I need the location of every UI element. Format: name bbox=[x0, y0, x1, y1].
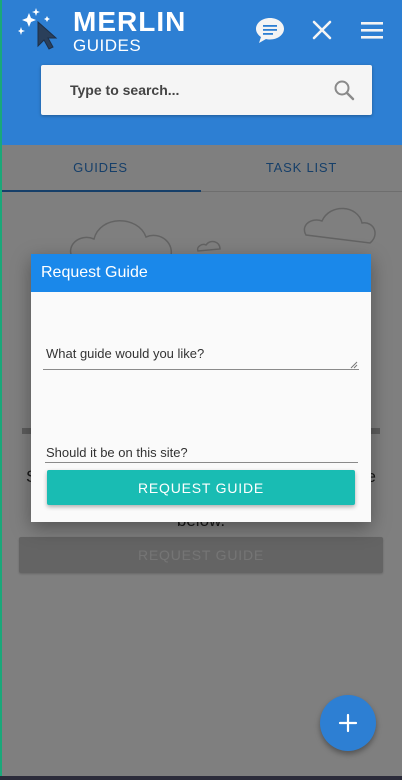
guide-request-field[interactable] bbox=[43, 340, 359, 370]
submit-request-button[interactable]: REQUEST GUIDE bbox=[47, 470, 355, 505]
bottom-edge-strip bbox=[0, 776, 402, 780]
app-header: MERLIN GUIDES bbox=[0, 0, 402, 145]
logo-text: MERLIN GUIDES bbox=[73, 6, 187, 55]
logo-subtitle: GUIDES bbox=[73, 36, 142, 55]
app: MERLIN GUIDES GUIDES TASK bbox=[0, 0, 402, 780]
search-box bbox=[41, 65, 372, 115]
menu-icon[interactable] bbox=[356, 14, 388, 46]
left-edge-strip bbox=[0, 0, 2, 780]
request-guide-dialog: Request Guide REQUEST GUIDE bbox=[31, 254, 371, 522]
add-button[interactable] bbox=[320, 695, 376, 751]
search-input[interactable] bbox=[41, 65, 321, 115]
resize-handle-icon[interactable] bbox=[350, 361, 358, 369]
magic-cursor-icon bbox=[18, 8, 58, 50]
logo-title: MERLIN bbox=[73, 6, 187, 37]
dialog-title: Request Guide bbox=[31, 254, 371, 292]
close-icon[interactable] bbox=[306, 14, 338, 46]
plus-icon bbox=[338, 713, 358, 733]
site-field[interactable] bbox=[45, 443, 358, 463]
chat-icon[interactable] bbox=[254, 14, 286, 46]
search-icon[interactable] bbox=[333, 79, 355, 101]
